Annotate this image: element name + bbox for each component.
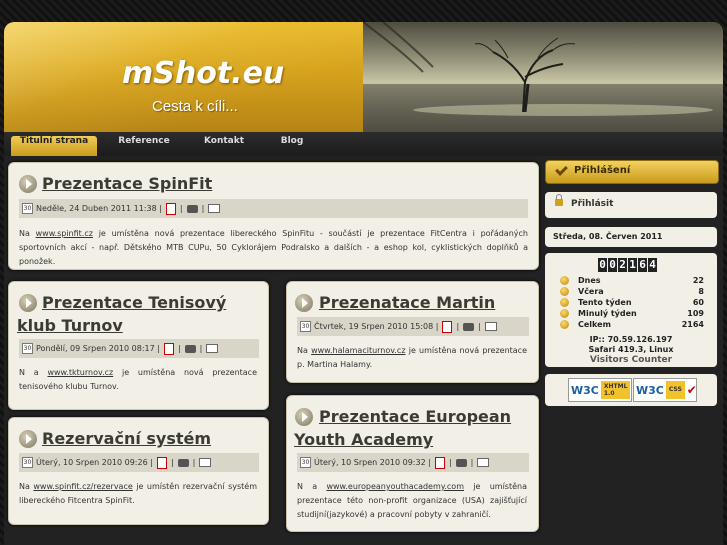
- visitor-browser: Safari 419.3, Linux: [588, 345, 674, 354]
- print-icon[interactable]: [184, 344, 196, 353]
- post-meta-halama: 30 Čtvrtek, 19 Srpen 2010 15:08 | | |: [297, 317, 529, 336]
- checkmark-icon: ✔: [686, 383, 697, 397]
- counter-digit: 1: [628, 258, 637, 272]
- post-body-tenis: N a www.tkturnov.cz je umístěna nová pre…: [19, 368, 257, 391]
- post-title-eyouth[interactable]: Prezentace European Youth Academy: [294, 405, 534, 451]
- post-body-eyouth: N a www.europeanyouthacademy.com je umís…: [297, 482, 527, 519]
- counter-digit: 4: [648, 258, 657, 272]
- w3c-logo: W3C: [571, 383, 599, 397]
- pdf-icon[interactable]: [156, 456, 167, 469]
- counter-digit: 0: [608, 258, 617, 272]
- people-icon: [560, 320, 569, 329]
- nav-item-blog[interactable]: Blog: [266, 136, 318, 156]
- stat-row-today: Dnes 22: [560, 275, 706, 286]
- print-icon[interactable]: [186, 204, 198, 213]
- email-icon[interactable]: [206, 344, 219, 353]
- email-icon[interactable]: [199, 458, 212, 467]
- print-icon[interactable]: [177, 458, 189, 467]
- arrow-right-icon: [295, 294, 313, 312]
- login-header-label: Přihlášení: [574, 165, 631, 176]
- login-box: Přihlásit: [545, 192, 717, 218]
- pdf-icon[interactable]: [163, 342, 174, 355]
- email-icon[interactable]: [484, 322, 497, 331]
- pdf-icon[interactable]: [442, 320, 453, 333]
- calendar-icon: 30: [22, 457, 33, 468]
- calendar-icon: 30: [300, 457, 311, 468]
- post-body-halama: Na www.halamaciturnov.cz je umístěna nov…: [297, 346, 527, 369]
- calendar-icon: 30: [22, 203, 33, 214]
- post-card-tenis: Prezentace Tenisový klub Turnov 30 Ponděl…: [8, 281, 269, 410]
- stat-row-last-week: Minulý týden 109: [560, 308, 706, 319]
- current-date: Středa, 08. Červen 2011: [553, 232, 663, 241]
- tree-landscape-image: [363, 22, 723, 132]
- email-icon[interactable]: [208, 204, 221, 213]
- stat-row-total: Celkem 2164: [560, 319, 706, 330]
- nav-item-kontakt[interactable]: Kontakt: [188, 136, 260, 156]
- print-icon[interactable]: [455, 458, 467, 467]
- header-photo: [363, 22, 723, 132]
- post-date: Úterý, 10 Srpen 2010 09:26: [36, 458, 148, 467]
- post-link[interactable]: www.tkturnov.cz: [47, 368, 113, 377]
- counter-title: Visitors Counter: [589, 355, 673, 365]
- calendar-icon: 30: [300, 321, 311, 332]
- w3c-logo: W3C: [636, 383, 664, 397]
- site-title[interactable]: mShot.eu: [122, 56, 284, 91]
- post-card-rezervace: Rezervační systém SpinFit 30Úterý, 10 Sr…: [8, 417, 269, 525]
- print-icon[interactable]: [463, 322, 475, 331]
- people-icon: [560, 287, 569, 296]
- post-card-halama: Prezenatace Martin Halama 30Čtvrtek, 19 …: [286, 281, 539, 383]
- post-meta-rezervace: 30 Úterý, 10 Srpen 2010 09:26 | | |: [19, 453, 259, 472]
- nav-item-home[interactable]: Titulní strana: [11, 136, 97, 156]
- counter-digit: 0: [598, 258, 607, 272]
- post-meta-eyouth: 30 Úterý, 10 Srpen 2010 09:32 | | |: [297, 453, 529, 472]
- site-header: mShot.eu Cesta k cíli...: [4, 22, 723, 132]
- stat-row-this-week: Tento týden 60: [560, 297, 706, 308]
- post-link[interactable]: www.spinfit.cz: [36, 229, 93, 238]
- xhtml-valid-badge[interactable]: W3C XHTML1.0 ✔: [568, 378, 642, 402]
- arrow-right-icon: [19, 175, 37, 193]
- main-nav: Titulní strana Reference Kontakt Blog: [4, 132, 723, 156]
- post-date: Pondělí, 09 Srpen 2010 08:17: [36, 344, 155, 353]
- date-box: Středa, 08. Červen 2011: [545, 227, 717, 247]
- login-link[interactable]: Přihlásit: [571, 199, 613, 209]
- pdf-icon[interactable]: [434, 456, 445, 469]
- counter-digit: 2: [618, 258, 627, 272]
- post-date: Čtvrtek, 19 Srpen 2010 15:08: [314, 322, 434, 331]
- visitor-info: IP:: 70.59.126.197 Safari 419.3, Linux V…: [545, 335, 717, 365]
- nav-item-reference[interactable]: Reference: [104, 136, 184, 156]
- checkmark-icon: [555, 163, 568, 176]
- visitor-ip: IP:: 70.59.126.197: [589, 335, 673, 344]
- post-title-tenis[interactable]: Prezentace Tenisový klub Turnov: [17, 291, 257, 337]
- post-card-eyouth: Prezentace European Youth Academy 30 Úter…: [286, 395, 539, 532]
- stat-row-yesterday: Včera 8: [560, 286, 706, 297]
- site-slogan: Cesta k cíli...: [152, 98, 238, 115]
- people-icon: [560, 298, 569, 307]
- people-icon: [560, 276, 569, 285]
- login-header[interactable]: Přihlášení: [545, 160, 719, 184]
- xhtml-tag: XHTML 1.0: [600, 381, 631, 399]
- post-link[interactable]: www.spinfit.cz/rezervace: [33, 482, 132, 491]
- post-date: Neděle, 24 Duben 2011 11:38: [36, 204, 157, 213]
- counter-digits: 0 0 2 1 6 4: [598, 258, 657, 272]
- pdf-icon[interactable]: [165, 202, 176, 215]
- people-icon: [560, 309, 569, 318]
- post-date: Úterý, 10 Srpen 2010 09:32: [314, 458, 426, 467]
- post-title-spinfit[interactable]: Prezentace SpinFit: [42, 172, 212, 195]
- post-body-spinfit: Na www.spinfit.cz je umístěna nová preze…: [19, 229, 528, 266]
- post-link[interactable]: www.europeanyouthacademy.com: [326, 482, 464, 491]
- post-meta-spinfit: 30 Neděle, 24 Duben 2011 11:38 | | |: [19, 199, 528, 218]
- calendar-icon: 30: [22, 343, 33, 354]
- css-valid-badge[interactable]: W3C CSS ✔: [633, 378, 697, 402]
- post-meta-tenis: 30 Pondělí, 09 Srpen 2010 08:17 | | |: [19, 339, 259, 358]
- counter-digit: 6: [638, 258, 647, 272]
- post-card-spinfit: Prezentace SpinFit 30 Neděle, 24 Duben 20…: [8, 162, 539, 270]
- lock-icon: [555, 194, 563, 206]
- post-link[interactable]: www.halamaciturnov.cz: [311, 346, 405, 355]
- arrow-right-icon: [19, 430, 37, 448]
- email-icon[interactable]: [477, 458, 490, 467]
- css-tag: CSS: [665, 381, 685, 399]
- post-body-rezervace: Na www.spinfit.cz/rezervace je umístěn r…: [19, 482, 257, 505]
